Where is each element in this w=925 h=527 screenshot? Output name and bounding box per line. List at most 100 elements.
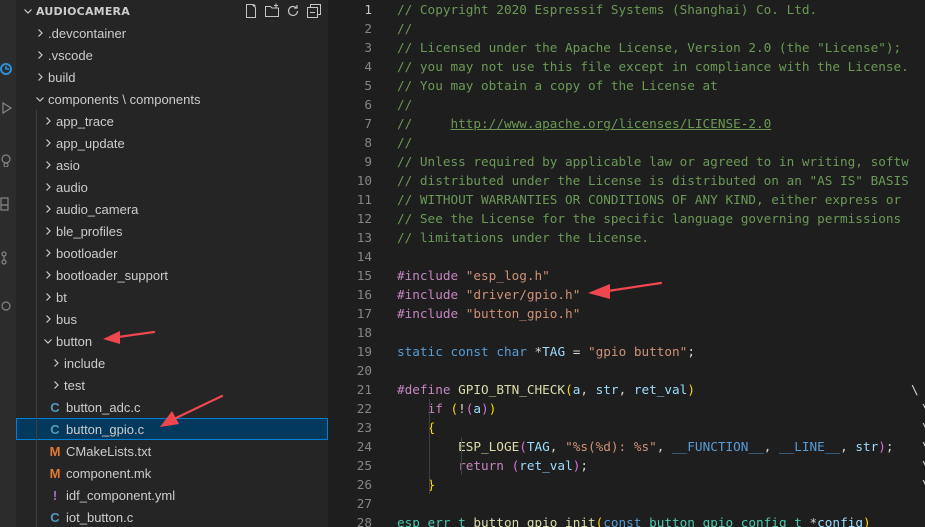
code-line: 6 //	[328, 95, 925, 114]
indent-guide	[461, 437, 462, 456]
code-line: 5 // You may obtain a copy of the License…	[328, 76, 925, 95]
tree-folder-devcontainer[interactable]: .devcontainer	[16, 22, 328, 44]
chevron-right-icon	[40, 157, 56, 173]
code-content: return (ret_val);	[372, 458, 588, 473]
tree-folder-bus[interactable]: bus	[16, 308, 328, 330]
code-token: ret_val	[633, 382, 688, 397]
code-content: //	[372, 135, 412, 150]
tree-file-button-gpio-c[interactable]: Cbutton_gpio.c	[16, 418, 328, 440]
line-number: 28	[356, 515, 372, 527]
code-token: ;	[580, 458, 588, 473]
indent-guide	[36, 286, 37, 308]
code-token: button_gpio_init	[473, 515, 596, 527]
tree-folder-app-update[interactable]: app_update	[16, 132, 328, 154]
code-line: 12 // See the License for the specific la…	[328, 209, 925, 228]
refresh-icon[interactable]	[285, 3, 301, 19]
code-token: (	[450, 401, 459, 416]
code-token: ,	[580, 382, 596, 397]
code-token: // you may not use this file except in c…	[397, 59, 909, 74]
code-token: *	[526, 344, 543, 359]
indent-guide	[429, 456, 430, 475]
tree-folder-ble-profiles[interactable]: ble_profiles	[16, 220, 328, 242]
tree-folder-app-trace[interactable]: app_trace	[16, 110, 328, 132]
settings-icon[interactable]	[0, 298, 14, 312]
indent-guide	[429, 475, 430, 494]
tree-folder-audio-camera[interactable]: audio_camera	[16, 198, 328, 220]
code-line: 9 // Unless required by applicable law or…	[328, 152, 925, 171]
tree-folder-asio[interactable]: asio	[16, 154, 328, 176]
code-token: ,	[549, 439, 566, 454]
new-folder-icon[interactable]	[264, 3, 280, 19]
tree-folder-build[interactable]: build	[16, 66, 328, 88]
line-number: 23	[356, 420, 372, 435]
tree-folder-bt[interactable]: bt	[16, 286, 328, 308]
indent-guide	[36, 396, 37, 418]
code-line: 19 static const char *TAG = "gpio button"…	[328, 342, 925, 361]
tree-file-cmakelists-txt[interactable]: M CMakeLists.txt	[16, 440, 328, 462]
line-number: 11	[356, 192, 372, 207]
code-token: const	[603, 515, 642, 527]
code-token: // limitations under the License.	[397, 230, 650, 245]
code-line: 27	[328, 494, 925, 513]
tree-item-label: audio	[56, 179, 88, 195]
code-token: a	[473, 401, 482, 416]
testing-icon[interactable]	[0, 152, 14, 168]
tree-folder-audio[interactable]: audio	[16, 176, 328, 198]
run-debug-icon[interactable]	[0, 100, 14, 115]
line-number: 20	[356, 363, 372, 378]
tree-file-component-mk[interactable]: Mcomponent.mk	[16, 462, 328, 484]
activity-bar	[0, 0, 16, 527]
code-token: //	[397, 97, 413, 112]
code-line: 2 //	[328, 19, 925, 38]
code-content: }	[372, 477, 436, 492]
code-token: __FUNCTION__	[672, 439, 764, 454]
tree-file-iot-button-c[interactable]: Ciot_button.c	[16, 506, 328, 527]
code-token: #include	[397, 287, 459, 302]
tree-file-idf-component-yml[interactable]: ! idf_component.yml	[16, 484, 328, 506]
code-token: static	[397, 344, 443, 359]
line-number: 8	[364, 135, 372, 150]
line-number: 12	[356, 211, 372, 226]
remote-explorer-icon[interactable]	[0, 61, 14, 75]
line-number: 3	[364, 40, 372, 55]
tree-folder-button[interactable]: button	[16, 330, 328, 352]
code-token: TAG	[526, 439, 550, 454]
tree-file-button-adc-c[interactable]: Cbutton_adc.c	[16, 396, 328, 418]
code-token: #include	[397, 268, 459, 283]
collapse-all-icon[interactable]	[306, 3, 322, 19]
code-token: str	[855, 439, 879, 454]
code-line: 26 }\	[328, 475, 925, 494]
code-token: //	[397, 21, 413, 36]
tree-folder-include[interactable]: include	[16, 352, 328, 374]
line-number: 17	[356, 306, 372, 321]
code-content: //	[372, 21, 412, 36]
code-content: #include "driver/gpio.h"	[372, 287, 580, 302]
code-content: #define GPIO_BTN_CHECK(a, str, ret_val)	[372, 382, 695, 397]
tree-item-label: button_gpio.c	[66, 421, 145, 437]
explorer-header[interactable]: AUDIOCAMERA	[16, 0, 328, 22]
code-editor[interactable]: 1 // Copyright 2020 Espressif Systems (Sh…	[328, 0, 925, 527]
code-token: char	[496, 344, 527, 359]
source-control-icon[interactable]	[0, 250, 14, 265]
line-number: 9	[364, 154, 372, 169]
chevron-right-icon	[40, 289, 56, 305]
tree-item-label: app_update	[56, 135, 125, 151]
tree-folder-test[interactable]: test	[16, 374, 328, 396]
new-file-icon[interactable]	[243, 3, 259, 19]
tree-folder-bootloader[interactable]: bootloader	[16, 242, 328, 264]
chevron-right-icon	[40, 311, 56, 327]
indent-guide	[36, 110, 37, 132]
code-content: // You may obtain a copy of the License …	[372, 78, 718, 93]
indent-guide	[36, 198, 37, 220]
tree-folder-bootloader-support[interactable]: bootloader_support	[16, 264, 328, 286]
tree-folder-components-components[interactable]: components \ components	[16, 88, 328, 110]
file-type-icon: M	[49, 465, 61, 481]
code-token: (	[519, 439, 527, 454]
tree-folder-vscode[interactable]: .vscode	[16, 44, 328, 66]
extensions-icon[interactable]	[0, 196, 14, 211]
file-type-icon: C	[50, 399, 60, 415]
tree-item-label: CMakeLists.txt	[66, 443, 152, 459]
